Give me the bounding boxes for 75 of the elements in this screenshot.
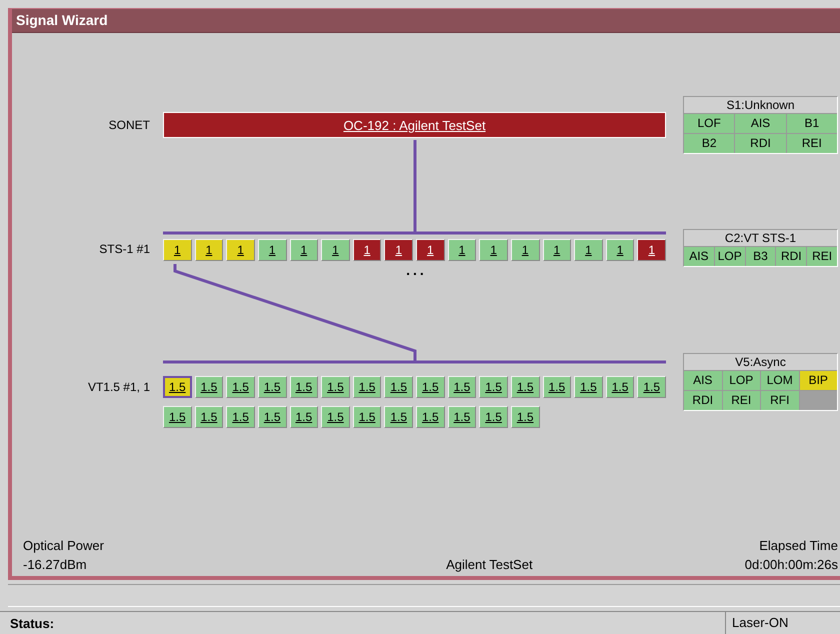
more-indicator: ...	[406, 263, 427, 277]
channel-link[interactable]: 1.5	[384, 406, 413, 428]
channel-link[interactable]: 1	[479, 239, 508, 261]
alarm-indicator: B3	[746, 247, 776, 266]
channel-link[interactable]: 1	[290, 239, 318, 261]
channel-link[interactable]: 1	[321, 239, 350, 261]
device-name: Agilent TestSet	[446, 557, 533, 572]
channel-link[interactable]: 1.5	[321, 406, 350, 428]
alarm-indicator: REI	[786, 134, 837, 153]
channel-link[interactable]: 1.5	[258, 376, 286, 398]
channel-link[interactable]: 1	[542, 239, 572, 261]
channel-link[interactable]: 1.5	[606, 376, 634, 398]
elapsed-label: Elapsed Time	[759, 538, 838, 553]
alarm-indicator: RDI	[776, 247, 806, 266]
row-label: SONET	[108, 118, 150, 132]
channel-link[interactable]: 1	[574, 239, 603, 261]
alarm-indicator: LOM	[761, 371, 798, 390]
channel-link[interactable]: 1	[384, 239, 413, 261]
alarm-indicator: REI	[807, 247, 837, 266]
channel-link[interactable]: 1	[416, 239, 445, 261]
channel-link[interactable]: 1.5	[321, 376, 350, 398]
alarm-indicator: AIS	[735, 114, 786, 133]
channel-link[interactable]: 1.5	[352, 376, 382, 398]
channel-link[interactable]: 1	[637, 239, 666, 261]
power-value: -16.27dBm	[23, 557, 88, 572]
channel-link[interactable]: 1.5	[542, 376, 572, 398]
channel-link[interactable]: 1.5	[448, 406, 476, 428]
alarm-indicator: RDI	[735, 134, 786, 153]
channel-link[interactable]: 1.5	[352, 406, 382, 428]
alarm-indicator: LOP	[714, 247, 745, 266]
channel-link[interactable]: 1.5	[416, 376, 445, 398]
channel-link[interactable]: 1	[448, 239, 476, 261]
alarm-indicator: B2	[684, 134, 734, 153]
channel-link[interactable]: 1.5	[163, 376, 192, 398]
alarm-indicator: LOP	[722, 371, 760, 390]
channel-link[interactable]: 1.5	[479, 376, 508, 398]
elapsed-value: 0d:00h:00m:26s	[744, 557, 838, 572]
channel-link[interactable]: 1.5	[194, 376, 224, 398]
channel-link[interactable]: 1.5	[384, 376, 413, 398]
alarm-indicator: BIP	[800, 371, 837, 390]
laser-status: Laser-ON	[725, 612, 840, 634]
channel-link[interactable]: 1.5	[574, 376, 603, 398]
channel-link[interactable]: 1.5	[416, 406, 445, 428]
channel-link[interactable]: 1	[194, 239, 224, 261]
sonet-link[interactable]: OC-192 : Agilent TestSet	[163, 112, 666, 138]
channel-link[interactable]: 1.5	[194, 406, 224, 428]
channel-link[interactable]: 1	[226, 239, 255, 261]
channel-link[interactable]: 1.5	[258, 406, 286, 428]
alarm-indicator: RDI	[684, 391, 722, 410]
row-label: STS-1 #1	[98, 242, 150, 256]
channel-link[interactable]: 1.5	[448, 376, 476, 398]
channel-link[interactable]: 1.5	[290, 376, 318, 398]
channel-link[interactable]: 1.5	[226, 406, 255, 428]
channel-link[interactable]: 1	[163, 239, 192, 261]
alarm-indicator: REI	[722, 391, 760, 410]
channel-link[interactable]: 1	[606, 239, 634, 261]
channel-link[interactable]: 1	[510, 239, 540, 261]
status-label: Status:	[9, 616, 56, 630]
channel-link[interactable]: 1.5	[226, 376, 255, 398]
alarm-indicator: B1	[786, 114, 837, 133]
channel-link[interactable]: 1.5	[637, 376, 666, 398]
channel-link[interactable]: 1.5	[510, 406, 540, 428]
channel-link[interactable]: 1.5	[510, 376, 540, 398]
channel-link[interactable]: 1	[258, 239, 286, 261]
alarm-indicator: AIS	[684, 247, 714, 266]
row-label: VT1.5 #1, 1	[86, 380, 150, 394]
power-label: Optical Power	[23, 538, 104, 553]
channel-link[interactable]: 1.5	[479, 406, 508, 428]
window-title: Signal Wizard	[12, 9, 840, 33]
alarm-indicator: LOF	[684, 114, 734, 133]
alarm-indicator: RFI	[761, 391, 798, 410]
channel-link[interactable]: 1.5	[163, 406, 192, 428]
alarm-indicator: AIS	[684, 371, 722, 390]
channel-link[interactable]: 1	[352, 239, 382, 261]
channel-link[interactable]: 1.5	[290, 406, 318, 428]
